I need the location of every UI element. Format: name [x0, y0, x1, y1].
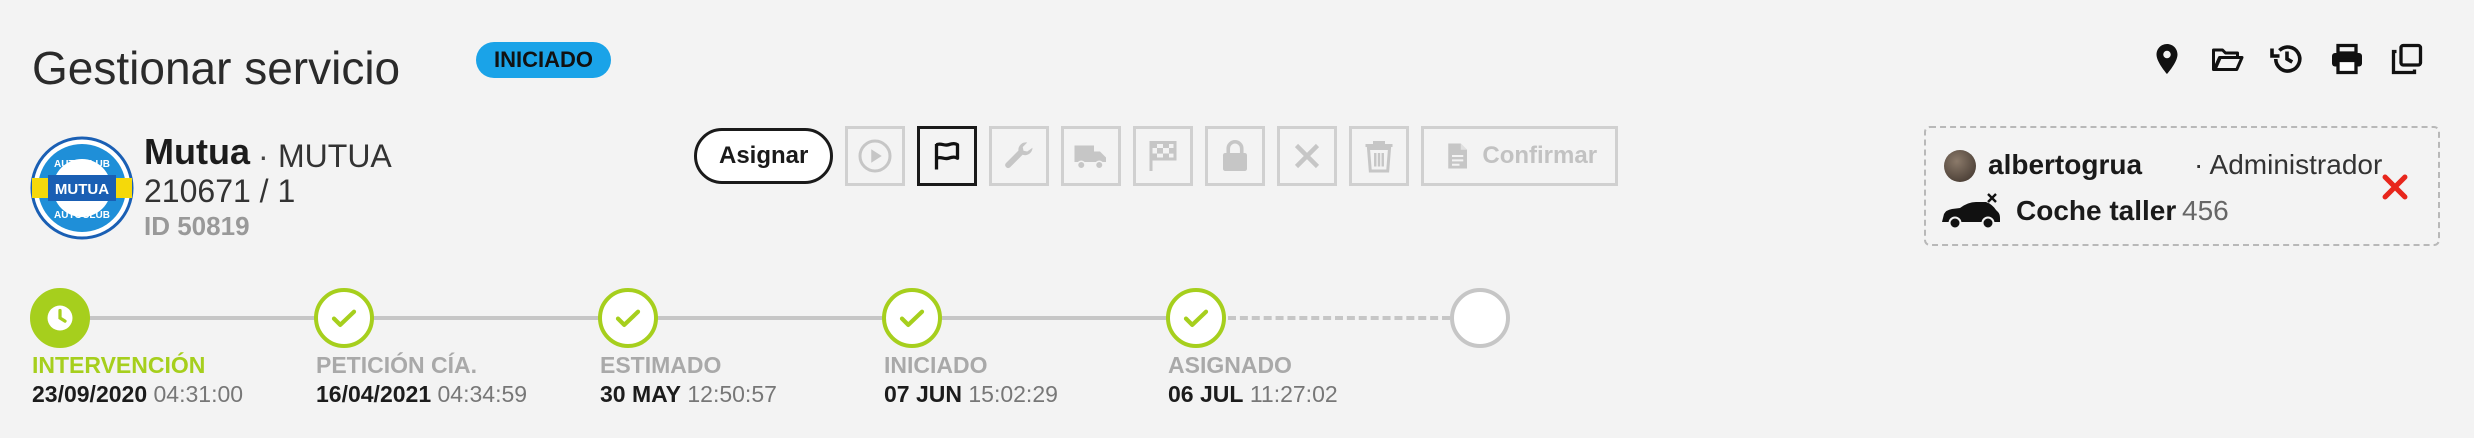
timeline-node-intervencion [30, 288, 90, 348]
close-icon [1295, 143, 1320, 169]
flag-icon [935, 141, 960, 170]
vehicle-number: 456 [2182, 195, 2229, 226]
print-icon[interactable] [2328, 40, 2366, 78]
step-date-estimado: 30 MAY 12:50:57 [600, 381, 777, 407]
checkered-flag-icon [1149, 141, 1177, 171]
confirm-button[interactable]: Confirmar [1421, 126, 1619, 186]
service-id: ID 50819 [144, 211, 250, 241]
cancel-button[interactable] [1277, 126, 1338, 186]
logo-top-text: AUTOCLUB [54, 159, 110, 170]
status-badge: INICIADO [476, 42, 611, 78]
start-button[interactable] [845, 126, 906, 186]
logo-middle-text: MUTUA [55, 181, 109, 198]
step-date-intervencion: 23/09/2020 04:31:00 [32, 381, 244, 407]
finish-button[interactable] [1133, 126, 1194, 186]
check-icon [331, 309, 357, 327]
action-bar: Asignar Confirmar [694, 126, 1619, 186]
avatar [1944, 150, 1976, 182]
check-icon [1183, 309, 1209, 327]
logo-bottom-text: AUTOCLUB [54, 210, 110, 221]
step-label-iniciado: INICIADO [884, 352, 988, 378]
copy-icon[interactable] [2388, 40, 2426, 78]
wrench-icon [1005, 142, 1033, 168]
timeline-node-estimado [598, 288, 658, 348]
top-toolbar [2148, 40, 2426, 78]
workshop-button[interactable] [989, 126, 1050, 186]
user-role: · Administrador [2194, 149, 2383, 180]
step-label-estimado: ESTIMADO [600, 352, 722, 378]
remove-assignment-icon[interactable] [2378, 170, 2412, 204]
timeline-node-asignado [1166, 288, 1226, 348]
user-name: albertogrua [1988, 149, 2143, 180]
transport-button[interactable] [1061, 126, 1122, 186]
car-icon [1942, 193, 2000, 230]
assign-button[interactable]: Asignar [694, 128, 834, 184]
check-icon [899, 309, 925, 327]
assigned-user-panel: albertogrua · Administrador Coche taller… [1924, 126, 2440, 246]
location-icon[interactable] [2148, 40, 2186, 78]
clock-icon [47, 305, 73, 331]
history-icon[interactable] [2268, 40, 2306, 78]
lock-icon [1223, 139, 1248, 171]
truck-icon [1074, 145, 1107, 170]
step-date-peticion: 16/04/2021 04:34:59 [316, 381, 528, 407]
client-name: Mutua [144, 131, 250, 172]
timeline-node-peticion [314, 288, 374, 348]
timeline-pending-track [1228, 316, 1450, 320]
step-label-peticion: PETICIÓN CÍA. [316, 352, 478, 378]
flag-button[interactable] [917, 126, 978, 186]
service-reference: 210671 / 1 [144, 173, 296, 209]
step-label-intervencion: INTERVENCIÓN [32, 352, 206, 378]
check-icon [615, 309, 641, 327]
confirm-label: Confirmar [1482, 142, 1598, 169]
play-icon [858, 139, 892, 173]
page-title: Gestionar servicio [32, 42, 401, 94]
step-date-iniciado: 07 JUN 15:02:29 [884, 381, 1058, 407]
timeline-node-iniciado [882, 288, 942, 348]
trash-icon [1365, 141, 1393, 173]
lock-button[interactable] [1205, 126, 1266, 186]
step-label-asignado: ASIGNADO [1168, 352, 1292, 378]
delete-button[interactable] [1349, 126, 1410, 186]
folder-open-icon[interactable] [2208, 40, 2246, 78]
mutua-autoclub-logo: MUTUA AUTOCLUB AUTOCLUB [30, 136, 134, 240]
timeline-node-pending [1450, 288, 1510, 348]
step-date-asignado: 06 JUL 11:27:02 [1168, 381, 1338, 407]
vehicle-name: Coche taller [2016, 195, 2177, 226]
document-icon [1448, 143, 1468, 169]
